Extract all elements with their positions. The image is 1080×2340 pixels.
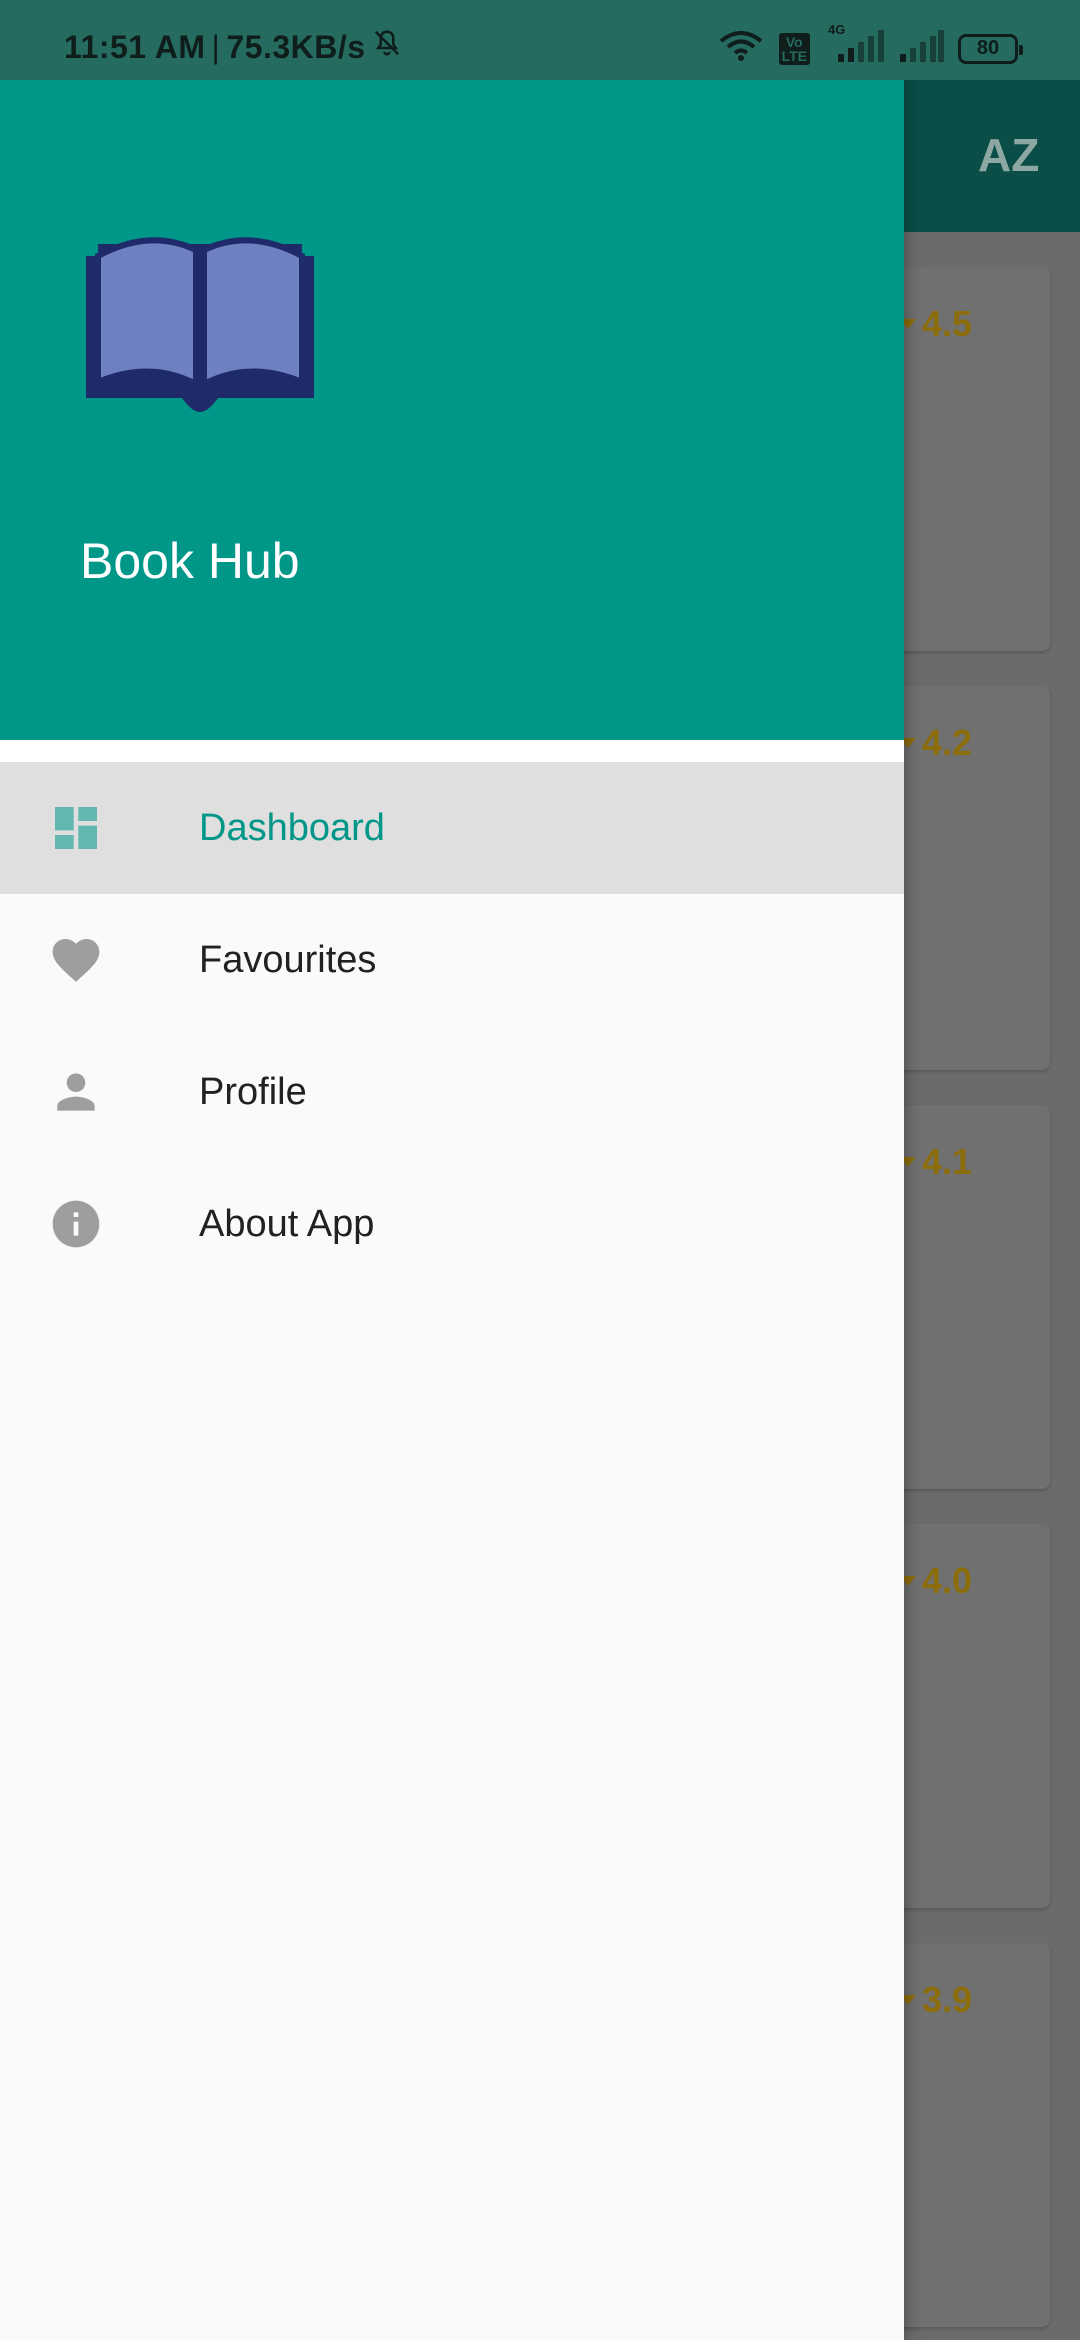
rating-value: 4.5 — [922, 303, 973, 344]
sort-az-icon[interactable]: AZ — [978, 128, 1042, 192]
sort-label: AZ — [978, 129, 1040, 181]
rating-value: 4.0 — [922, 1560, 973, 1601]
header-divider — [0, 740, 904, 762]
book-rating: 4.2 — [900, 722, 972, 764]
book-card[interactable]: 4.2 — [880, 686, 1050, 1070]
menu-label: Dashboard — [199, 806, 385, 849]
volte-bottom: LTE — [781, 47, 807, 64]
wifi-icon — [717, 31, 765, 66]
rating-value: 3.9 — [922, 1979, 973, 2020]
drawer-header: Book Hub — [0, 80, 904, 740]
menu-item-about-app[interactable]: About App — [0, 1158, 904, 1290]
status-separator: | — [211, 28, 221, 65]
app-name: Book Hub — [80, 533, 300, 589]
status-right: Vo LTE 4G 80 — [717, 22, 1023, 67]
heart-icon — [48, 932, 104, 988]
menu-item-profile[interactable]: Profile — [0, 1026, 904, 1158]
mute-icon — [372, 28, 402, 66]
status-left: 11:51 AM | 75.3KB/s — [64, 28, 402, 66]
book-rating: 4.1 — [900, 1141, 972, 1183]
book-card[interactable]: 4.0 — [880, 1524, 1050, 1908]
volte-icon: Vo LTE — [778, 32, 810, 65]
dashboard-icon — [48, 800, 104, 856]
signal-icon: 4G — [824, 22, 886, 67]
signal-icon-2 — [900, 30, 944, 67]
drawer-menu: Dashboard Favourites Profile About App — [0, 762, 904, 1290]
book-rating: 4.0 — [900, 1560, 972, 1602]
book-card[interactable]: 4.5 — [880, 267, 1050, 651]
book-rating: 4.5 — [900, 303, 972, 345]
book-rating: 3.9 — [900, 1979, 972, 2021]
info-icon — [48, 1196, 104, 1252]
menu-label: Profile — [199, 1070, 307, 1113]
book-card[interactable]: 3.9 — [880, 1943, 1050, 2327]
network-speed: 75.3KB/s — [226, 28, 366, 65]
battery-level: 80 — [976, 37, 1000, 59]
book-card[interactable]: 4.1 — [880, 1105, 1050, 1489]
open-book-icon — [82, 232, 318, 416]
navigation-drawer: Book Hub Dashboard Favourites Profile Ab… — [0, 0, 904, 2340]
status-bar: 11:51 AM | 75.3KB/s Vo LTE 4G 80 — [0, 0, 1080, 80]
status-time: 11:51 AM — [64, 28, 206, 65]
menu-item-favourites[interactable]: Favourites — [0, 894, 904, 1026]
rating-value: 4.2 — [922, 722, 973, 763]
menu-label: About App — [199, 1202, 375, 1245]
battery-icon: 80 — [958, 33, 1023, 64]
rating-value: 4.1 — [922, 1141, 973, 1182]
network-type: 4G — [828, 22, 846, 37]
menu-label: Favourites — [199, 938, 377, 981]
person-icon — [48, 1064, 104, 1120]
menu-item-dashboard[interactable]: Dashboard — [0, 762, 904, 894]
